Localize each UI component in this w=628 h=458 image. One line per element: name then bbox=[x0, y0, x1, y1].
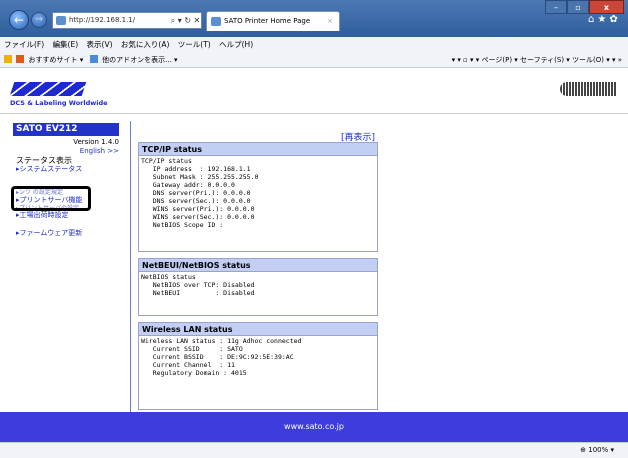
wlan-status-title: Wireless LAN status bbox=[139, 323, 377, 336]
back-button[interactable]: ← bbox=[9, 10, 29, 30]
menu-edit[interactable]: 編集(E) bbox=[53, 40, 79, 49]
address-bar[interactable]: http://192.168.1.1/ bbox=[52, 12, 186, 29]
home-favorites-tools-icons[interactable]: ⌂★✿ bbox=[588, 14, 621, 25]
barcode-graphic bbox=[560, 82, 616, 96]
tab-favicon-icon bbox=[211, 17, 221, 26]
sidebar-item-firmware-update[interactable]: ▸ファームウェア更新 bbox=[16, 228, 82, 238]
wlan-status-body: Wireless LAN status : 11g Adhoc connecte… bbox=[141, 337, 302, 377]
page-footer: www.sato.co.jp bbox=[0, 412, 628, 442]
netbeui-status-title: NetBEUI/NetBIOS status bbox=[139, 259, 377, 272]
minimize-button[interactable]: – bbox=[545, 0, 567, 14]
menu-tools[interactable]: ツール(T) bbox=[178, 40, 211, 49]
sato-logo bbox=[9, 82, 87, 96]
model-name: SATO EV212 bbox=[13, 123, 119, 136]
page-banner bbox=[0, 68, 628, 114]
menu-view[interactable]: 表示(V) bbox=[87, 40, 113, 49]
netbeui-status-body: NetBIOS status NetBIOS over TCP: Disable… bbox=[141, 273, 255, 297]
browser-tab[interactable]: SATO Printer Home Page × bbox=[206, 11, 340, 31]
address-controls[interactable]: ⌕ ▾ ↻ ✕ bbox=[170, 12, 202, 29]
menu-favorites[interactable]: お気に入り(A) bbox=[121, 40, 169, 49]
menu-file[interactable]: ファイル(F) bbox=[4, 40, 44, 49]
addons-link[interactable]: 他のアドオンを表示... ▾ bbox=[102, 56, 177, 64]
logo-tagline: DCS & Labeling Worldwide bbox=[10, 99, 108, 107]
english-link[interactable]: English >> bbox=[13, 147, 119, 155]
sidebar-item-factory-reset[interactable]: ▸工場出荷時設定 bbox=[16, 210, 69, 220]
zoom-control[interactable]: ⊕ 100% ▾ bbox=[580, 446, 614, 454]
addons-icon bbox=[89, 55, 98, 63]
suggested-sites-link[interactable]: おすすめサイト ▾ bbox=[28, 56, 83, 64]
menu-help[interactable]: ヘルプ(H) bbox=[219, 40, 253, 49]
footer-link[interactable]: www.sato.co.jp bbox=[284, 422, 344, 431]
page-favicon-icon bbox=[56, 16, 66, 25]
highlight-box bbox=[11, 186, 91, 211]
command-bar[interactable]: ▾ ▾ ▫ ▾ ▾ ページ(P) ▾ セーフティ(S) ▾ ツール(O) ▾ ▾… bbox=[452, 52, 622, 68]
forward-button[interactable]: → bbox=[31, 12, 47, 28]
firmware-version: Version 1.4.0 bbox=[73, 138, 119, 146]
favorites-star-icon[interactable] bbox=[4, 55, 12, 63]
maximize-button[interactable]: ▫ bbox=[567, 0, 589, 14]
tab-close-icon[interactable]: × bbox=[327, 12, 333, 30]
wlan-status-panel: Wireless LAN status Wireless LAN status … bbox=[138, 322, 378, 410]
menu-bar: ファイル(F) 編集(E) 表示(V) お気に入り(A) ツール(T) ヘルプ(… bbox=[0, 37, 628, 52]
back-arrow-icon: ← bbox=[13, 13, 25, 27]
suggested-sites-icon bbox=[16, 55, 25, 63]
tab-title: SATO Printer Home Page bbox=[224, 17, 311, 25]
forward-arrow-icon: → bbox=[34, 14, 44, 25]
tcpip-status-panel: TCP/IP status TCP/IP status IP address :… bbox=[138, 142, 378, 252]
close-window-button[interactable]: x bbox=[589, 0, 624, 14]
address-text: http://192.168.1.1/ bbox=[69, 16, 136, 24]
tcpip-status-title: TCP/IP status bbox=[139, 143, 377, 156]
sidebar-item-system-status[interactable]: ▸システムステータス bbox=[16, 164, 82, 174]
tcpip-status-body: TCP/IP status IP address : 192.168.1.1 S… bbox=[141, 157, 259, 229]
status-bar bbox=[0, 442, 628, 458]
zoom-icon: ⊕ bbox=[580, 446, 586, 454]
netbeui-status-panel: NetBEUI/NetBIOS status NetBIOS status Ne… bbox=[138, 258, 378, 316]
zoom-level: 100% ▾ bbox=[588, 446, 614, 454]
